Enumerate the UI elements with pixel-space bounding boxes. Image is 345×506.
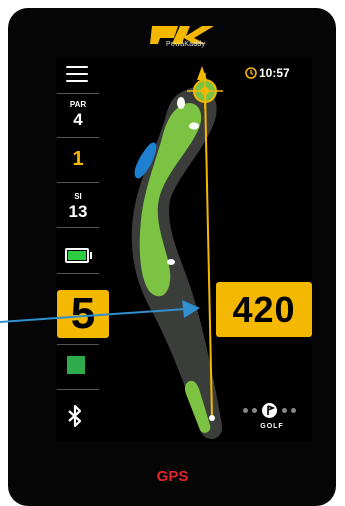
distance-to-pin: 420: [216, 282, 312, 337]
page-indicator[interactable]: [238, 400, 312, 440]
bunker: [167, 259, 175, 265]
pager-dot[interactable]: [243, 408, 248, 413]
flag-icon[interactable]: [262, 403, 277, 418]
bunker: [189, 122, 199, 130]
pager-dot[interactable]: [291, 408, 296, 413]
ball-position: [209, 415, 215, 421]
gps-label: GPS: [156, 468, 189, 485]
mode-label: GOLF: [260, 423, 284, 430]
pager-dot[interactable]: [252, 408, 257, 413]
bunker: [177, 97, 185, 109]
pager-dot[interactable]: [282, 408, 287, 413]
